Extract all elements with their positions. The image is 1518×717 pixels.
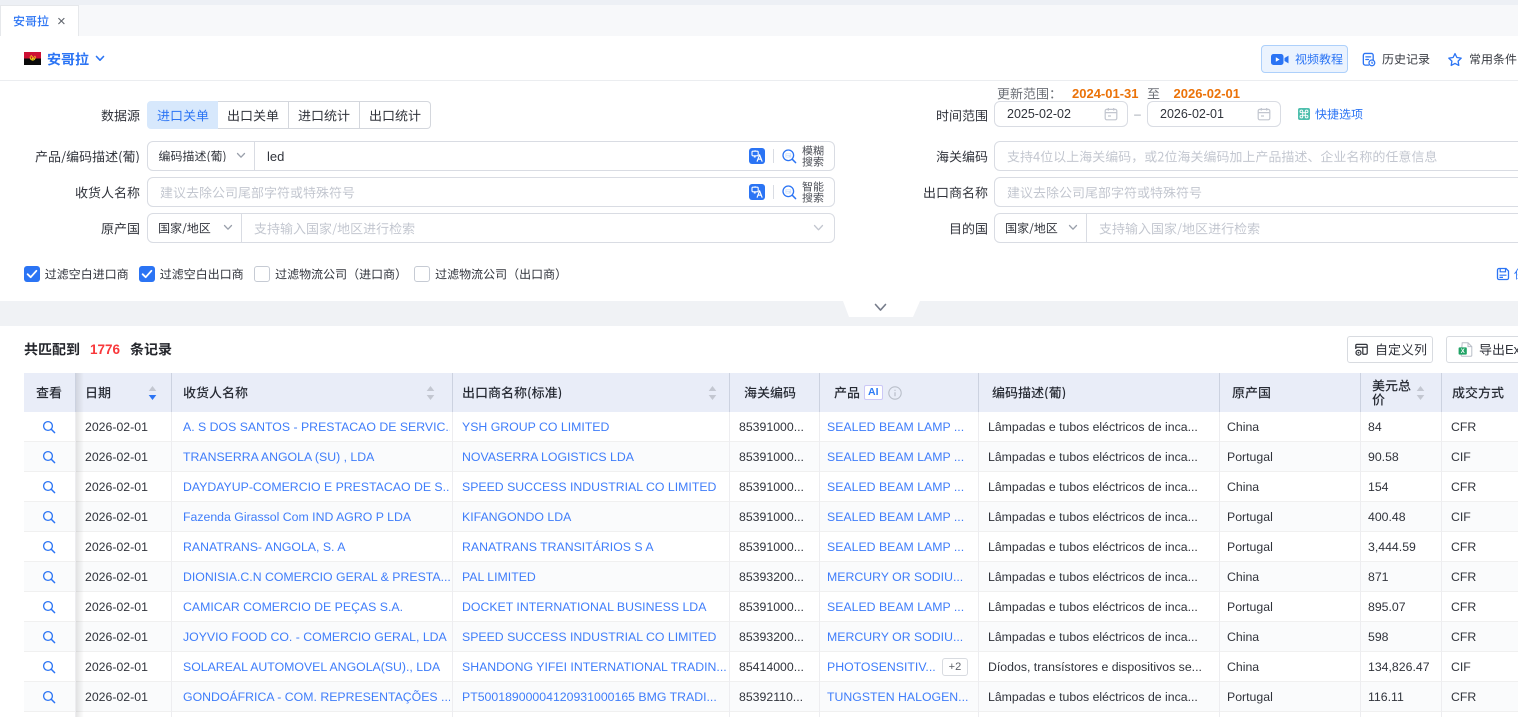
- svg-text:X: X: [1461, 349, 1465, 355]
